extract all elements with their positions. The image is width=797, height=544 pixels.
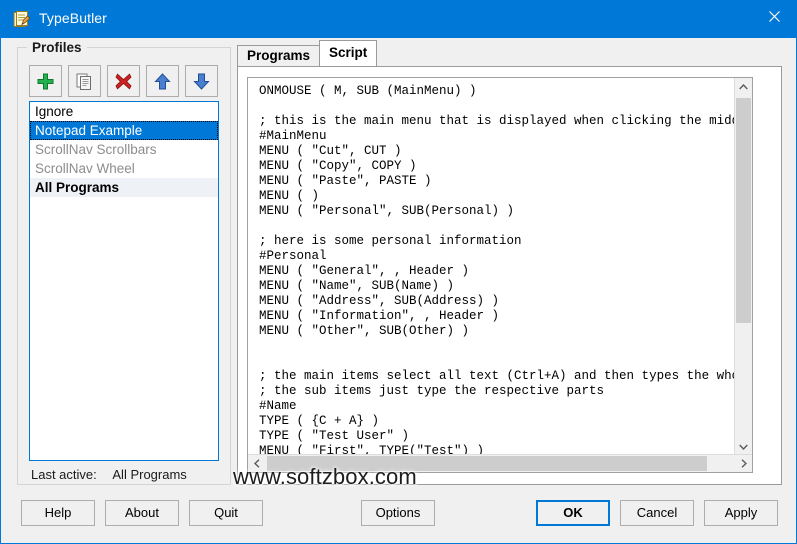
duplicate-profile-button[interactable] [68,65,101,97]
script-editor[interactable]: ONMOUSE ( M, SUB (MainMenu) ) ; this is … [247,77,753,473]
scroll-right-icon[interactable] [735,455,752,472]
app-document-pencil-icon [13,11,31,28]
list-item[interactable]: ScrollNav Wheel [30,159,218,178]
editor-vertical-scrollbar[interactable] [734,78,752,455]
scroll-up-icon[interactable] [735,78,752,95]
scroll-down-icon[interactable] [735,438,752,455]
horizontal-scroll-thumb[interactable] [267,456,707,471]
list-item[interactable]: Notepad Example [30,121,218,140]
cancel-button[interactable]: Cancel [620,500,694,526]
typebutler-window: TypeButler Profiles Ignore Notepad Examp… [0,0,797,544]
last-active-value: All Programs [112,467,187,482]
window-title: TypeButler [39,10,107,26]
script-textarea[interactable]: ONMOUSE ( M, SUB (MainMenu) ) ; this is … [248,78,735,455]
list-item[interactable]: Ignore [30,102,218,121]
last-active-status: Last active: All Programs [31,467,187,482]
scroll-left-icon[interactable] [248,455,265,472]
list-item[interactable]: All Programs [30,178,218,197]
title-bar: TypeButler [1,1,796,38]
help-button[interactable]: Help [21,500,95,526]
tab-script[interactable]: Script [319,40,378,66]
profiles-toolbar [29,65,218,97]
list-item[interactable]: ScrollNav Scrollbars [30,140,218,159]
ok-button[interactable]: OK [536,500,610,526]
add-profile-button[interactable] [29,65,62,97]
profiles-listbox[interactable]: Ignore Notepad Example ScrollNav Scrollbar… [29,101,219,461]
profiles-group-title: Profiles [27,40,87,55]
apply-button[interactable]: Apply [704,500,778,526]
move-up-button[interactable] [146,65,179,97]
move-down-button[interactable] [185,65,218,97]
about-button[interactable]: About [105,500,179,526]
tab-programs[interactable]: Programs [237,45,321,66]
close-icon[interactable] [751,1,796,31]
editor-horizontal-scrollbar[interactable] [248,454,752,472]
options-button[interactable]: Options [361,500,435,526]
delete-profile-button[interactable] [107,65,140,97]
quit-button[interactable]: Quit [189,500,263,526]
last-active-label: Last active: [31,467,97,482]
vertical-scroll-thumb[interactable] [736,98,751,323]
tab-strip: Programs Script [237,40,378,66]
